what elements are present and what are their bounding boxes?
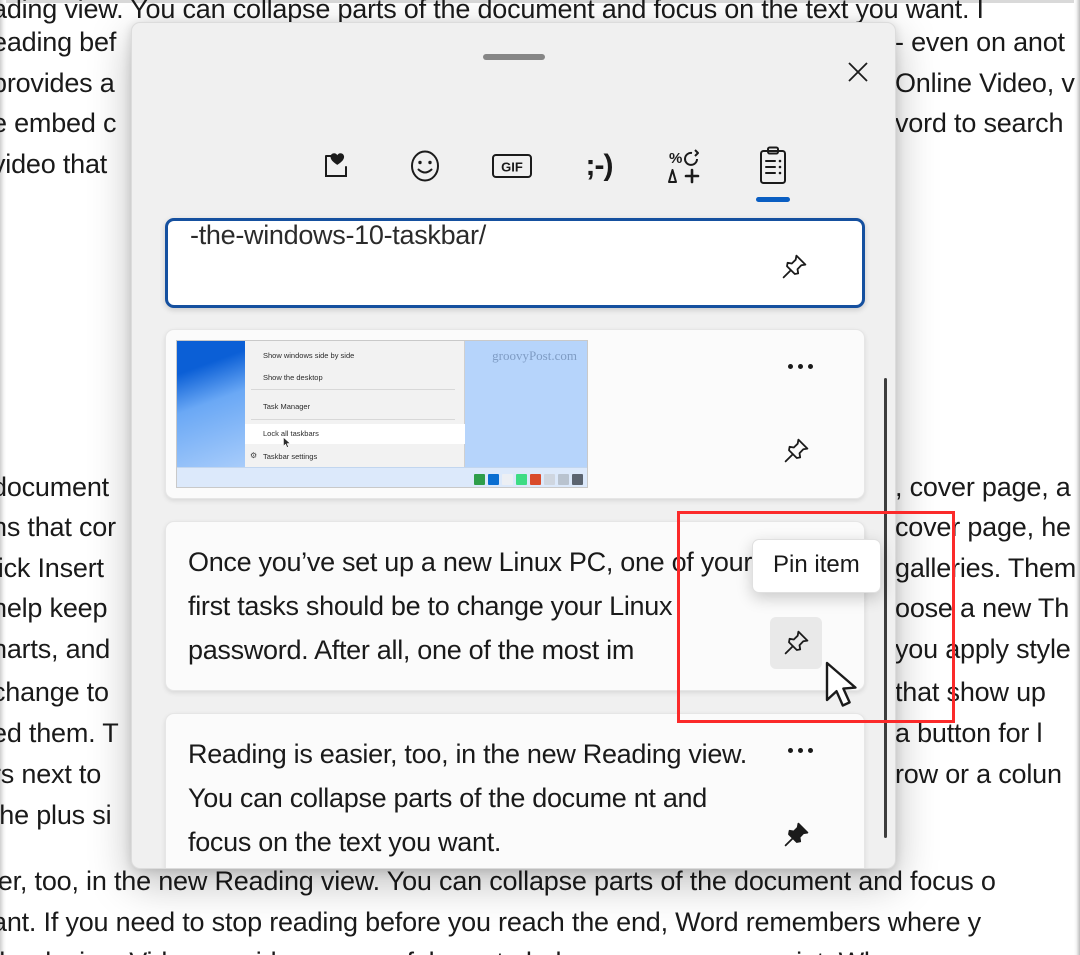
tray-icon	[572, 474, 583, 485]
document-text-line: you apply style	[895, 634, 1071, 664]
clipboard-item-text[interactable]: -the-windows-10-taskbar/	[165, 218, 865, 308]
clipboard-item-text-content: Reading is easier, too, in the new Readi…	[188, 739, 754, 857]
pin-button[interactable]	[770, 617, 822, 669]
document-text-line: - even on anot	[895, 27, 1065, 57]
pin-icon	[782, 254, 807, 279]
tab-kaomoji[interactable]: ;-)	[568, 135, 630, 197]
more-options-button[interactable]	[778, 346, 822, 386]
context-menu-item: Task Manager	[263, 402, 311, 411]
document-text-line: a button for l	[895, 718, 1043, 748]
dot	[797, 747, 803, 753]
close-button[interactable]	[837, 51, 879, 93]
tab-selected-indicator	[756, 197, 790, 202]
context-menu-item: Show the desktop	[263, 373, 323, 382]
dot	[787, 747, 793, 753]
close-icon	[848, 62, 868, 82]
clipboard-history-panel: GIF ;-) % -the-windows-10-taskbar/ Show …	[131, 22, 896, 869]
document-text-line: the plus si	[0, 800, 112, 830]
thumbnail-context-menu: Show windows side by side Show the deskt…	[245, 341, 465, 469]
tray-icon	[488, 474, 499, 485]
gif-icon: GIF	[492, 154, 532, 178]
mouse-cursor	[825, 661, 857, 707]
dot	[787, 363, 793, 369]
tray-icon	[544, 474, 555, 485]
dot	[797, 363, 803, 369]
dot	[807, 747, 813, 753]
document-text-line: eading bef	[0, 27, 117, 57]
context-menu-separator	[251, 389, 455, 390]
document-text-line: provides a	[0, 68, 115, 98]
document-text-line: rs next to	[0, 759, 102, 789]
context-menu-separator	[251, 419, 455, 420]
tab-gif[interactable]: GIF	[481, 135, 543, 197]
document-text-line: ns that cor	[0, 512, 116, 542]
tab-recently-used[interactable]	[307, 135, 369, 197]
pin-filled-icon	[784, 822, 809, 847]
document-text-line: change to	[0, 677, 109, 707]
drag-handle[interactable]	[482, 54, 545, 60]
tab-symbols[interactable]: %	[655, 135, 717, 197]
document-text-line: e embed c	[0, 108, 117, 138]
thumbnail-wallpaper	[177, 341, 245, 469]
pin-icon	[784, 438, 809, 463]
clipboard-image-thumbnail: Show windows side by side Show the deskt…	[176, 340, 588, 488]
svg-text:%: %	[669, 150, 682, 167]
tray-icon	[530, 474, 541, 485]
document-text-line: cover page, he	[895, 512, 1071, 542]
tray-icon	[516, 474, 527, 485]
pin-button[interactable]	[770, 425, 822, 477]
screen: ading view. You can collapse parts of th…	[0, 0, 1080, 955]
tray-icon	[558, 474, 569, 485]
clipboard-item-text-content: Once you’ve set up a new Linux PC, one o…	[188, 547, 753, 665]
document-text-line: document	[0, 472, 109, 502]
clipboard-item-text-content: -the-windows-10-taskbar/	[190, 220, 486, 250]
context-menu-item: Show windows side by side	[263, 351, 355, 360]
document-text-line: that show up	[895, 677, 1046, 707]
unpin-button[interactable]	[770, 809, 822, 861]
document-text-line: Online Video, v	[895, 68, 1075, 98]
tab-emoji[interactable]	[394, 135, 456, 197]
clipboard-list-scrollbar[interactable]	[884, 378, 887, 838]
dot	[807, 363, 813, 369]
document-text-line: , cover page, a	[895, 472, 1071, 502]
tab-clipboard[interactable]	[742, 135, 804, 197]
thumbnail-watermark: groovyPost.com	[492, 348, 577, 363]
heart-in-square-icon	[325, 153, 347, 177]
pin-button[interactable]	[768, 241, 820, 293]
clipboard-item-image[interactable]: Show windows side by side Show the deskt…	[165, 329, 865, 499]
emoji-panel-tabstrip: GIF ;-) %	[132, 135, 895, 215]
clipboard-item-text[interactable]: Reading is easier, too, in the new Readi…	[165, 713, 865, 868]
gear-icon: ⚙	[250, 451, 258, 460]
symbols-icon: %	[668, 149, 700, 184]
document-text-line: video that	[0, 149, 108, 179]
document-text-line: ant. If you need to stop reading before …	[0, 907, 981, 937]
clipboard-icon	[760, 146, 786, 184]
more-options-button[interactable]	[778, 730, 822, 770]
document-text-line: row or a colun	[895, 759, 1062, 789]
tray-icon	[474, 474, 485, 485]
document-text-line: oose a new Th	[895, 593, 1070, 623]
document-text-line: lick Insert	[0, 553, 104, 583]
document-text-line: vord to search	[895, 108, 1064, 138]
document-text-line: harts, and	[0, 634, 111, 664]
document-text-line: the design. Video provides a powerful wa…	[0, 947, 879, 955]
tray-icon	[502, 474, 513, 485]
context-menu-item: Taskbar settings	[263, 452, 318, 461]
document-text-line: ier, too, in the new Reading view. You c…	[0, 866, 996, 896]
smiley-face-icon	[411, 150, 439, 182]
document-text-line: galleries. Them	[895, 553, 1077, 583]
svg-text:GIF: GIF	[501, 160, 523, 175]
pin-item-tooltip: Pin item	[752, 539, 881, 593]
page-right-gutter	[1074, 0, 1080, 955]
thumbnail-system-tray	[474, 474, 583, 485]
pin-icon	[784, 630, 809, 655]
tab-kaomoji-label: ;-)	[585, 149, 614, 182]
document-text-line: ed them. T	[0, 718, 119, 748]
arrow-cursor-icon	[283, 437, 291, 448]
document-text-line: help keep	[0, 593, 108, 623]
